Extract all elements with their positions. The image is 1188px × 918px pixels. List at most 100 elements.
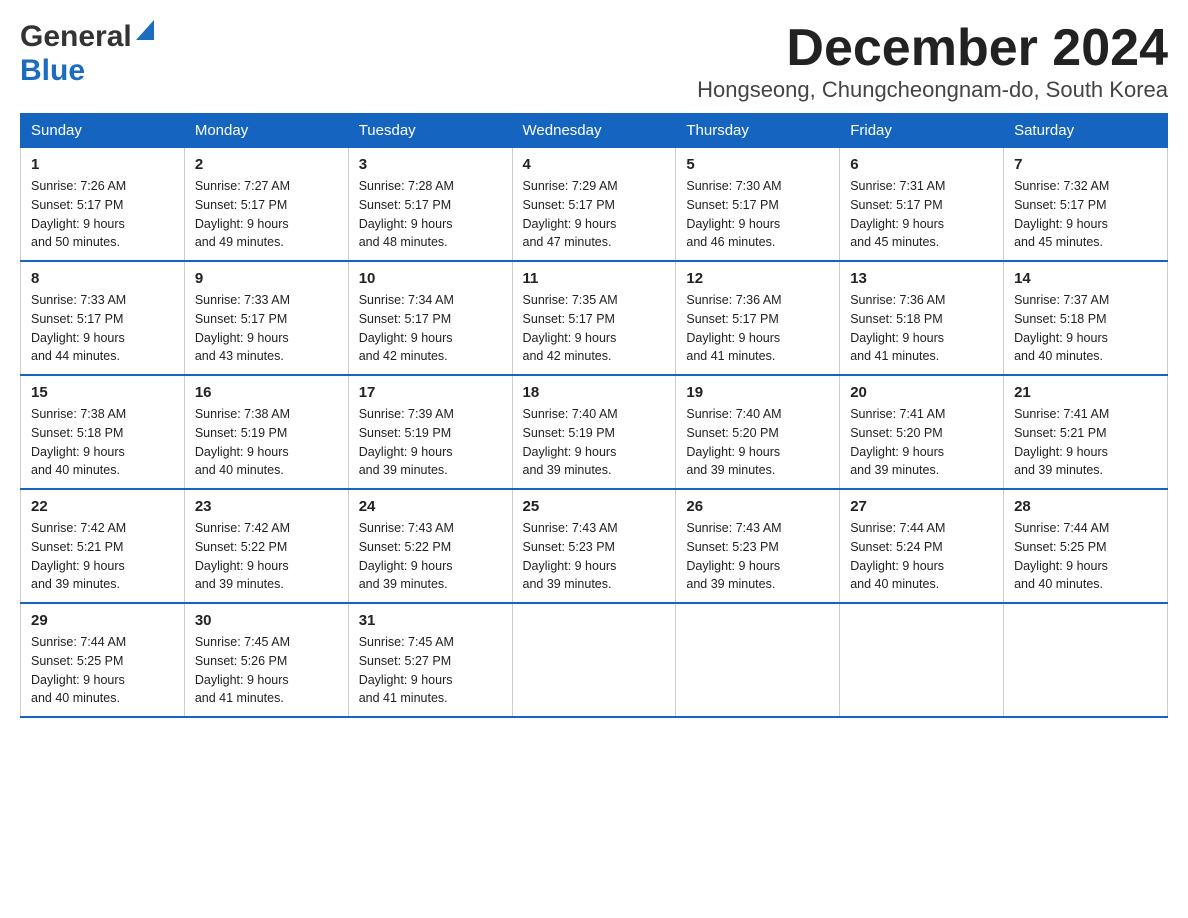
logo-general-text: General xyxy=(20,20,132,54)
day-number: 25 xyxy=(523,498,666,515)
calendar-cell: 15 Sunrise: 7:38 AMSunset: 5:18 PMDayligh… xyxy=(21,375,185,489)
day-number: 29 xyxy=(31,612,174,629)
calendar-cell: 5 Sunrise: 7:30 AMSunset: 5:17 PMDaylight… xyxy=(676,148,840,262)
day-number: 16 xyxy=(195,384,338,401)
calendar-cell: 6 Sunrise: 7:31 AMSunset: 5:17 PMDaylight… xyxy=(840,148,1004,262)
day-info: Sunrise: 7:36 AMSunset: 5:17 PMDaylight:… xyxy=(686,291,829,366)
calendar-cell: 18 Sunrise: 7:40 AMSunset: 5:19 PMDayligh… xyxy=(512,375,676,489)
calendar-cell: 22Sunrise: 7:42 AMSunset: 5:21 PMDayligh… xyxy=(21,489,185,603)
calendar-cell: 30Sunrise: 7:45 AMSunset: 5:26 PMDayligh… xyxy=(184,603,348,717)
calendar-week-3: 15 Sunrise: 7:38 AMSunset: 5:18 PMDayligh… xyxy=(21,375,1168,489)
day-number: 26 xyxy=(686,498,829,515)
day-info: Sunrise: 7:41 AMSunset: 5:20 PMDaylight:… xyxy=(850,405,993,480)
header-friday: Friday xyxy=(840,114,1004,148)
logo-blue-text: Blue xyxy=(20,54,85,87)
header-thursday: Thursday xyxy=(676,114,840,148)
day-info: Sunrise: 7:45 AMSunset: 5:26 PMDaylight:… xyxy=(195,633,338,708)
day-number: 10 xyxy=(359,270,502,287)
calendar-table: Sunday Monday Tuesday Wednesday Thursday… xyxy=(20,113,1168,718)
location-title: Hongseong, Chungcheongnam-do, South Kore… xyxy=(697,77,1168,103)
day-info: Sunrise: 7:27 AMSunset: 5:17 PMDaylight:… xyxy=(195,177,338,252)
day-info: Sunrise: 7:31 AMSunset: 5:17 PMDaylight:… xyxy=(850,177,993,252)
day-info: Sunrise: 7:44 AMSunset: 5:25 PMDaylight:… xyxy=(1014,519,1157,594)
calendar-cell: 11 Sunrise: 7:35 AMSunset: 5:17 PMDayligh… xyxy=(512,261,676,375)
day-number: 21 xyxy=(1014,384,1157,401)
header-sunday: Sunday xyxy=(21,114,185,148)
header-monday: Monday xyxy=(184,114,348,148)
calendar-cell: 17Sunrise: 7:39 AMSunset: 5:19 PMDayligh… xyxy=(348,375,512,489)
calendar-cell: 12 Sunrise: 7:36 AMSunset: 5:17 PMDayligh… xyxy=(676,261,840,375)
day-number: 18 xyxy=(523,384,666,401)
logo-triangle-icon xyxy=(136,20,154,45)
day-number: 20 xyxy=(850,384,993,401)
calendar-week-5: 29 Sunrise: 7:44 AMSunset: 5:25 PMDayligh… xyxy=(21,603,1168,717)
calendar-cell: 16 Sunrise: 7:38 AMSunset: 5:19 PMDayligh… xyxy=(184,375,348,489)
day-number: 9 xyxy=(195,270,338,287)
day-number: 22 xyxy=(31,498,174,515)
day-info: Sunrise: 7:43 AMSunset: 5:22 PMDaylight:… xyxy=(359,519,502,594)
calendar-cell: 23Sunrise: 7:42 AMSunset: 5:22 PMDayligh… xyxy=(184,489,348,603)
day-info: Sunrise: 7:35 AMSunset: 5:17 PMDaylight:… xyxy=(523,291,666,366)
day-number: 31 xyxy=(359,612,502,629)
day-number: 14 xyxy=(1014,270,1157,287)
calendar-cell: 13 Sunrise: 7:36 AMSunset: 5:18 PMDayligh… xyxy=(840,261,1004,375)
day-number: 17 xyxy=(359,384,502,401)
day-number: 13 xyxy=(850,270,993,287)
day-info: Sunrise: 7:28 AMSunset: 5:17 PMDaylight:… xyxy=(359,177,502,252)
calendar-cell: 2 Sunrise: 7:27 AMSunset: 5:17 PMDaylight… xyxy=(184,148,348,262)
day-number: 27 xyxy=(850,498,993,515)
page-header: General Blue December 2024 Hongseong, Ch… xyxy=(20,20,1168,103)
calendar-cell: 3 Sunrise: 7:28 AMSunset: 5:17 PMDaylight… xyxy=(348,148,512,262)
day-number: 11 xyxy=(523,270,666,287)
day-number: 1 xyxy=(31,156,174,173)
day-number: 15 xyxy=(31,384,174,401)
calendar-cell: 27Sunrise: 7:44 AMSunset: 5:24 PMDayligh… xyxy=(840,489,1004,603)
day-info: Sunrise: 7:34 AMSunset: 5:17 PMDaylight:… xyxy=(359,291,502,366)
day-info: Sunrise: 7:38 AMSunset: 5:18 PMDaylight:… xyxy=(31,405,174,480)
month-title: December 2024 xyxy=(697,20,1168,77)
title-area: December 2024 Hongseong, Chungcheongnam-… xyxy=(697,20,1168,103)
day-number: 28 xyxy=(1014,498,1157,515)
calendar-cell xyxy=(840,603,1004,717)
calendar-cell: 9Sunrise: 7:33 AMSunset: 5:17 PMDaylight… xyxy=(184,261,348,375)
day-info: Sunrise: 7:37 AMSunset: 5:18 PMDaylight:… xyxy=(1014,291,1157,366)
day-info: Sunrise: 7:36 AMSunset: 5:18 PMDaylight:… xyxy=(850,291,993,366)
day-number: 6 xyxy=(850,156,993,173)
calendar-cell: 19Sunrise: 7:40 AMSunset: 5:20 PMDayligh… xyxy=(676,375,840,489)
calendar-cell: 29 Sunrise: 7:44 AMSunset: 5:25 PMDayligh… xyxy=(21,603,185,717)
day-number: 4 xyxy=(523,156,666,173)
day-info: Sunrise: 7:29 AMSunset: 5:17 PMDaylight:… xyxy=(523,177,666,252)
day-info: Sunrise: 7:44 AMSunset: 5:25 PMDaylight:… xyxy=(31,633,174,708)
day-number: 7 xyxy=(1014,156,1157,173)
calendar-week-4: 22Sunrise: 7:42 AMSunset: 5:21 PMDayligh… xyxy=(21,489,1168,603)
day-info: Sunrise: 7:42 AMSunset: 5:22 PMDaylight:… xyxy=(195,519,338,594)
calendar-cell: 8 Sunrise: 7:33 AMSunset: 5:17 PMDaylight… xyxy=(21,261,185,375)
calendar-cell: 24 Sunrise: 7:43 AMSunset: 5:22 PMDayligh… xyxy=(348,489,512,603)
day-info: Sunrise: 7:40 AMSunset: 5:20 PMDaylight:… xyxy=(686,405,829,480)
calendar-week-2: 8 Sunrise: 7:33 AMSunset: 5:17 PMDaylight… xyxy=(21,261,1168,375)
header-wednesday: Wednesday xyxy=(512,114,676,148)
day-number: 8 xyxy=(31,270,174,287)
day-info: Sunrise: 7:43 AMSunset: 5:23 PMDaylight:… xyxy=(686,519,829,594)
calendar-cell: 4 Sunrise: 7:29 AMSunset: 5:17 PMDaylight… xyxy=(512,148,676,262)
day-info: Sunrise: 7:45 AMSunset: 5:27 PMDaylight:… xyxy=(359,633,502,708)
calendar-cell: 14 Sunrise: 7:37 AMSunset: 5:18 PMDayligh… xyxy=(1004,261,1168,375)
day-info: Sunrise: 7:33 AMSunset: 5:17 PMDaylight:… xyxy=(31,291,174,366)
day-info: Sunrise: 7:38 AMSunset: 5:19 PMDaylight:… xyxy=(195,405,338,480)
day-number: 3 xyxy=(359,156,502,173)
calendar-cell xyxy=(676,603,840,717)
day-number: 24 xyxy=(359,498,502,515)
day-number: 2 xyxy=(195,156,338,173)
calendar-header-row: Sunday Monday Tuesday Wednesday Thursday… xyxy=(21,114,1168,148)
day-info: Sunrise: 7:32 AMSunset: 5:17 PMDaylight:… xyxy=(1014,177,1157,252)
calendar-cell xyxy=(1004,603,1168,717)
calendar-cell: 25 Sunrise: 7:43 AMSunset: 5:23 PMDayligh… xyxy=(512,489,676,603)
day-number: 12 xyxy=(686,270,829,287)
day-info: Sunrise: 7:30 AMSunset: 5:17 PMDaylight:… xyxy=(686,177,829,252)
day-info: Sunrise: 7:40 AMSunset: 5:19 PMDaylight:… xyxy=(523,405,666,480)
calendar-cell: 28 Sunrise: 7:44 AMSunset: 5:25 PMDayligh… xyxy=(1004,489,1168,603)
header-tuesday: Tuesday xyxy=(348,114,512,148)
day-info: Sunrise: 7:43 AMSunset: 5:23 PMDaylight:… xyxy=(523,519,666,594)
day-number: 5 xyxy=(686,156,829,173)
calendar-cell: 26 Sunrise: 7:43 AMSunset: 5:23 PMDayligh… xyxy=(676,489,840,603)
